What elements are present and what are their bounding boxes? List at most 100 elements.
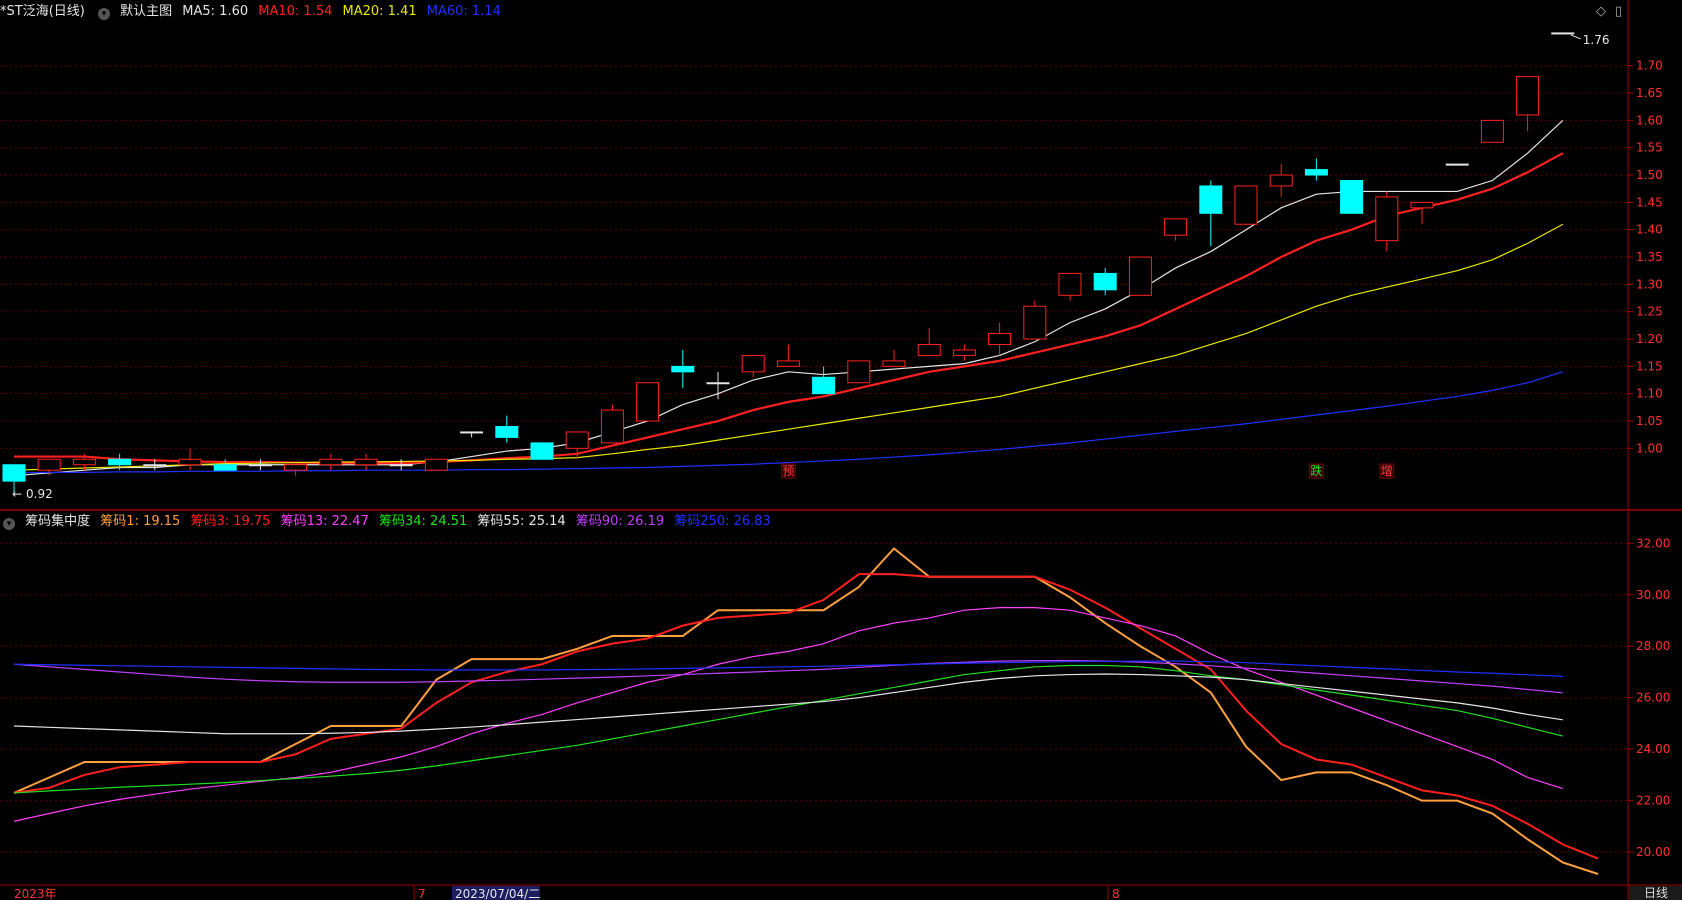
ma-line-ma10 (14, 152, 1564, 465)
candle-body (952, 349, 976, 356)
price-tick-label: 1.40 (1636, 223, 1663, 237)
candle-body (1128, 256, 1152, 296)
chip55-value: 筹码55: 25.14 (477, 514, 566, 529)
chip-line (13, 673, 1563, 735)
candle-body (1551, 32, 1575, 35)
candle-body (671, 365, 695, 373)
candle-body (1199, 185, 1223, 214)
chip-tick-label: 24.00 (1636, 742, 1670, 756)
chip13-value: 筹码13: 22.47 (280, 514, 369, 529)
candle-body (319, 458, 343, 466)
candle-body (1480, 119, 1504, 143)
chip-line (13, 664, 1563, 794)
chevron-down-icon[interactable]: ▾ (97, 8, 110, 20)
chevron-down-icon[interactable]: ▾ (3, 518, 15, 530)
candle-body (354, 458, 378, 466)
candle-body (178, 458, 202, 466)
event-marker-37: 跌 (1310, 463, 1322, 478)
candle-body (1304, 169, 1328, 176)
stock-chart[interactable]: 1.00 1.05 1.10 1.15 1.20 1.25 1.30 1.35 1.40 1.45… (0, 0, 1682, 900)
candle-body (1410, 201, 1434, 209)
min-price-arrow: ← (12, 487, 22, 501)
candle-body (988, 333, 1012, 345)
indicator-legend: ▾ 筹码集中度 筹码1: 19.15 筹码3: 19.75 筹码13: 22.4… (0, 511, 777, 533)
candle-body (636, 382, 660, 422)
price-tick-label: 1.50 (1636, 168, 1663, 182)
candle-body (600, 409, 624, 444)
ma-line-ma60 (13, 371, 1563, 474)
price-tick-label: 1.70 (1636, 59, 1663, 73)
candle-body (1516, 76, 1540, 116)
candle-body (882, 360, 906, 367)
template-name[interactable]: 默认主图 (120, 4, 172, 19)
candle-body (706, 382, 730, 385)
candle-body (389, 464, 413, 467)
chip34-value: 筹码34: 24.51 (379, 514, 468, 529)
price-tick-label: 1.25 (1636, 305, 1663, 319)
chip250-value: 筹码250: 26.83 (674, 514, 771, 529)
stock-title[interactable]: *ST泛海(日线) (0, 4, 85, 19)
candle-body (1093, 272, 1117, 291)
axis-month-7: 7 (418, 887, 426, 900)
candle-body (1340, 180, 1364, 214)
candle-body (248, 464, 272, 467)
ma-line-ma5 (13, 119, 1564, 477)
ma10-value: MA10: 1.54 (258, 4, 333, 19)
price-tick-label: 1.15 (1636, 359, 1663, 373)
event-marker-39: 增 (1381, 464, 1393, 478)
candle-body (847, 360, 871, 384)
candle-body (143, 464, 167, 467)
chip-tick-label: 28.00 (1636, 639, 1670, 653)
chip-tick-label: 30.00 (1636, 588, 1670, 602)
price-tick-label: 1.60 (1636, 113, 1663, 127)
chip-line (13, 607, 1563, 822)
axis-month-8: 8 (1112, 887, 1120, 900)
ma60-value: MA60: 1.14 (426, 4, 501, 19)
price-tick-label: 1.20 (1636, 332, 1663, 346)
min-price-label: 0.92 (26, 487, 53, 501)
ma5-value: MA5: 1.60 (182, 4, 249, 19)
price-tick-label: 1.10 (1636, 387, 1663, 401)
price-tick-label: 1.35 (1636, 250, 1663, 264)
ma20-value: MA20: 1.41 (342, 4, 417, 19)
chip-tick-label: 26.00 (1636, 691, 1670, 705)
panel-toggle-icon[interactable]: ▯ (1615, 4, 1622, 19)
candle-body (776, 360, 800, 367)
candle-body (741, 354, 765, 373)
candle-body (2, 464, 26, 482)
chip-line (13, 660, 1563, 694)
diamond-icon[interactable]: ◇ (1596, 4, 1606, 19)
daily-period-tab[interactable]: 日线 (1629, 886, 1682, 900)
candle-body (812, 376, 836, 395)
chip-line (13, 573, 1599, 860)
candle-body (495, 425, 519, 438)
price-tick-label: 1.00 (1636, 441, 1663, 455)
candle-body (108, 458, 132, 466)
max-price-pointer (1570, 34, 1581, 40)
chip90-value: 筹码90: 26.19 (575, 514, 665, 529)
chip-tick-label: 22.00 (1636, 794, 1670, 808)
candle-body (1269, 174, 1293, 187)
chip3-value: 筹码3: 19.75 (190, 514, 271, 529)
candle-body (213, 464, 237, 471)
price-tick-label: 1.55 (1636, 141, 1663, 155)
indicator-name[interactable]: 筹码集中度 (25, 514, 90, 529)
candle-body (530, 442, 554, 460)
max-price-label: 1.76 (1583, 33, 1610, 47)
candle-body (460, 431, 484, 434)
price-tick-label: 1.65 (1636, 86, 1663, 100)
chip-tick-label: 20.00 (1636, 845, 1670, 859)
price-tick-label: 1.30 (1636, 277, 1663, 291)
axis-year-label: 2023年 (14, 887, 57, 900)
event-marker-22: 预 (782, 464, 794, 478)
price-tick-label: 1.45 (1636, 195, 1663, 209)
cursor-date-label: 2023/07/04/二 (455, 887, 540, 900)
price-tick-label: 1.05 (1636, 414, 1663, 428)
candle-body (1234, 185, 1258, 225)
candle-body (917, 343, 941, 356)
candle-body (1445, 163, 1469, 166)
candle-body (37, 458, 61, 471)
candle-body (424, 458, 448, 471)
chip1-value: 筹码1: 19.15 (100, 514, 181, 529)
chip-tick-label: 32.00 (1636, 536, 1670, 550)
